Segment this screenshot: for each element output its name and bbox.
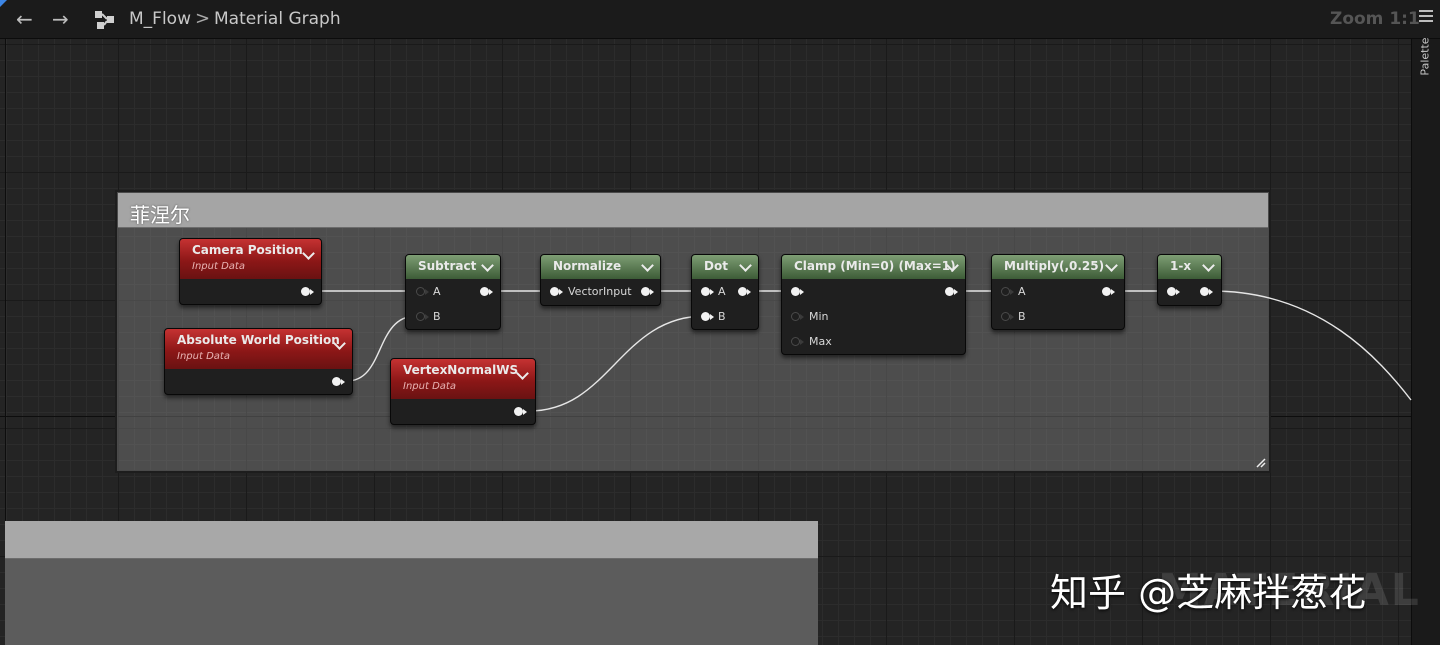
input-pin-b[interactable]: [1001, 312, 1014, 323]
comment-header[interactable]: 菲涅尔: [118, 193, 1268, 228]
pin-label-a: A: [718, 285, 726, 298]
comment-box-secondary[interactable]: [5, 521, 818, 645]
input-pin-value[interactable]: [791, 287, 804, 298]
chevron-down-icon[interactable]: [1105, 259, 1118, 272]
right-sidebar: [1411, 39, 1440, 645]
input-pin-b[interactable]: [701, 312, 714, 323]
node-header[interactable]: Multiply(,0.25): [992, 255, 1124, 279]
output-pin[interactable]: [301, 287, 314, 298]
node-subtitle: Input Data: [403, 381, 456, 392]
output-pin[interactable]: [945, 287, 958, 298]
pin-label-b: B: [433, 310, 441, 323]
input-pin[interactable]: [1167, 287, 1180, 298]
node-title: VertexNormalWS: [403, 363, 519, 377]
output-pin[interactable]: [514, 407, 527, 418]
node-header[interactable]: Subtract: [406, 255, 500, 279]
corner-marker: [0, 0, 7, 7]
chevron-down-icon[interactable]: [641, 259, 654, 272]
node-header[interactable]: VertexNormalWS Input Data: [391, 359, 535, 399]
chevron-down-icon[interactable]: [1202, 259, 1215, 272]
breadcrumb-asset[interactable]: M_Flow: [129, 9, 191, 29]
input-pin-vectorinput[interactable]: [550, 287, 563, 298]
node-title: 1-x: [1170, 259, 1192, 273]
chevron-down-icon[interactable]: [302, 247, 315, 260]
node-normalize[interactable]: Normalize VectorInput: [540, 254, 661, 306]
pin-label-b: B: [718, 310, 726, 323]
output-pin[interactable]: [332, 377, 345, 388]
node-title: Normalize: [553, 259, 622, 273]
input-pin-a[interactable]: [416, 287, 429, 298]
output-pin[interactable]: [641, 287, 654, 298]
output-pin[interactable]: [480, 287, 493, 298]
pin-label-vectorinput: VectorInput: [568, 285, 632, 298]
pin-label-min: Min: [809, 310, 829, 323]
pin-label-b: B: [1018, 310, 1026, 323]
hamburger-icon[interactable]: [1419, 10, 1433, 22]
input-pin-max[interactable]: [791, 337, 804, 348]
node-header[interactable]: 1-x: [1158, 255, 1221, 279]
chevron-down-icon[interactable]: [739, 259, 752, 272]
output-pin[interactable]: [738, 287, 751, 298]
arrow-right-icon[interactable]: →: [52, 8, 69, 30]
node-title: Multiply(,0.25): [1004, 259, 1105, 273]
node-title: Clamp (Min=0) (Max=1): [794, 259, 956, 273]
node-multiply[interactable]: Multiply(,0.25) A B: [991, 254, 1125, 330]
input-pin-b[interactable]: [416, 312, 429, 323]
watermark-text: 知乎 @芝麻拌葱花: [1050, 571, 1367, 615]
node-dot[interactable]: Dot A B: [691, 254, 759, 330]
graph-nodes-icon: [95, 11, 114, 29]
breadcrumb-separator: >: [195, 8, 211, 29]
pin-label-a: A: [433, 285, 441, 298]
node-subtitle: Input Data: [192, 261, 245, 272]
node-camera-position[interactable]: Camera Position Input Data: [179, 238, 322, 305]
output-pin[interactable]: [1102, 287, 1115, 298]
chevron-down-icon[interactable]: [481, 259, 494, 272]
node-header[interactable]: Absolute World Position Input Data: [165, 329, 352, 369]
node-subtract[interactable]: Subtract A B: [405, 254, 501, 330]
input-pin-a[interactable]: [1001, 287, 1014, 298]
node-header[interactable]: Dot: [692, 255, 758, 279]
palette-label: Palette: [1418, 37, 1432, 76]
node-clamp[interactable]: Clamp (Min=0) (Max=1) Min Max: [781, 254, 966, 355]
node-title: Camera Position: [192, 243, 303, 257]
comment-header-secondary[interactable]: [5, 521, 818, 559]
zoom-level: Zoom 1:1: [1330, 9, 1420, 29]
pin-label-a: A: [1018, 285, 1026, 298]
node-header[interactable]: Normalize: [541, 255, 660, 279]
arrow-left-icon[interactable]: ←: [16, 8, 33, 30]
input-pin-min[interactable]: [791, 312, 804, 323]
input-pin-a[interactable]: [701, 287, 714, 298]
node-header[interactable]: Camera Position Input Data: [180, 239, 321, 279]
output-pin[interactable]: [1200, 287, 1213, 298]
node-title: Absolute World Position: [177, 333, 340, 347]
node-one-minus[interactable]: 1-x: [1157, 254, 1222, 306]
node-title: Dot: [704, 259, 728, 273]
node-header[interactable]: Clamp (Min=0) (Max=1): [782, 255, 965, 279]
toolbar: ← → M_Flow > Material Graph Zoom 1:1: [0, 0, 1440, 39]
pin-label-max: Max: [809, 335, 832, 348]
node-absolute-world-position[interactable]: Absolute World Position Input Data: [164, 328, 353, 395]
breadcrumb-page[interactable]: Material Graph: [214, 9, 341, 29]
comment-title[interactable]: 菲涅尔: [130, 199, 190, 228]
node-subtitle: Input Data: [177, 351, 230, 362]
node-title: Subtract: [418, 259, 477, 273]
resize-handle-icon[interactable]: [1254, 456, 1266, 468]
palette-tab[interactable]: Palette: [1413, 37, 1437, 78]
node-vertex-normal-ws[interactable]: VertexNormalWS Input Data: [390, 358, 536, 425]
